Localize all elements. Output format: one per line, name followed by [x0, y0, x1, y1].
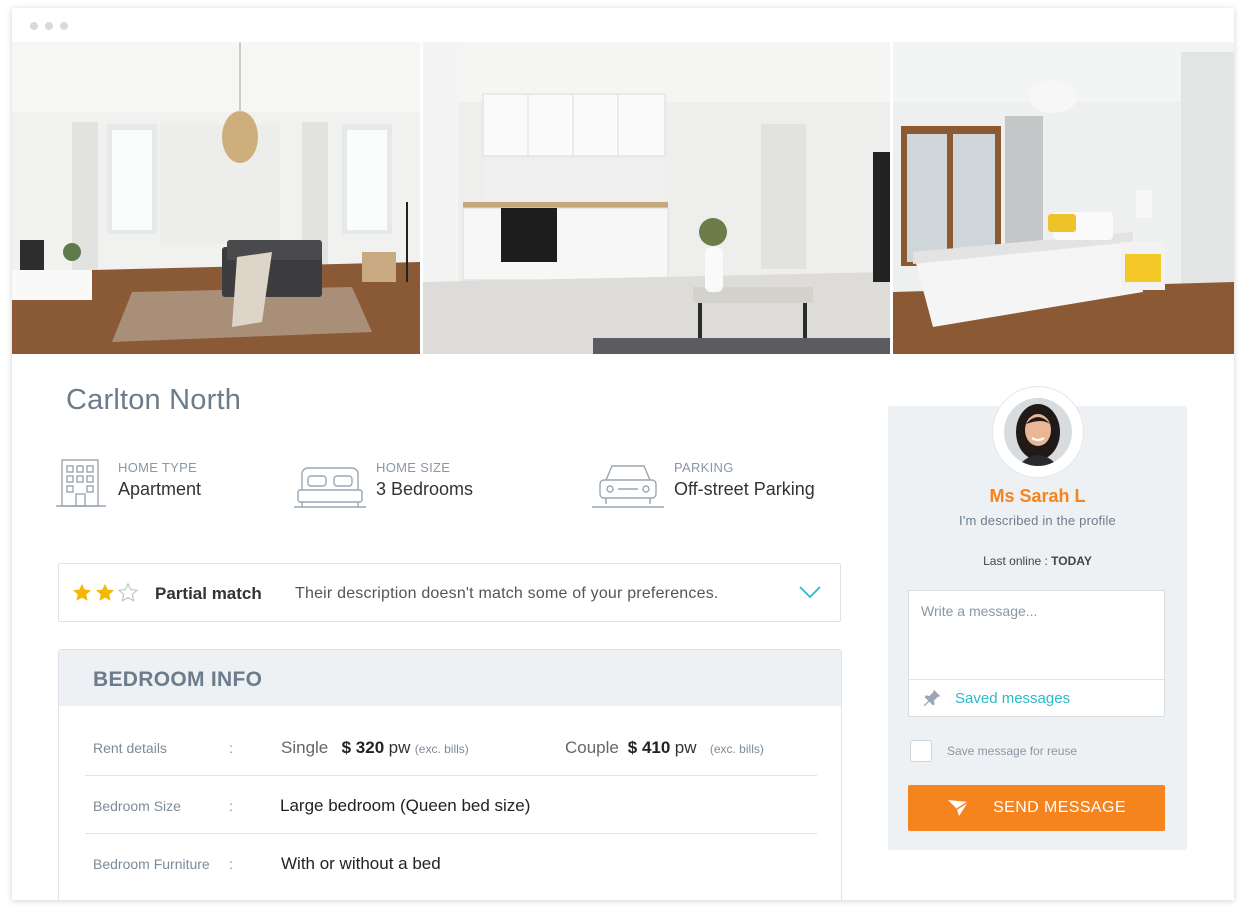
- feature-label: HOME TYPE: [118, 460, 198, 475]
- row-label: Bedroom Size: [93, 798, 181, 814]
- rent-price: $ 410: [627, 738, 671, 757]
- feature-value: Apartment: [118, 479, 202, 499]
- feature-value: Off-street Parking: [674, 479, 815, 499]
- message-input[interactable]: [909, 591, 1164, 679]
- match-panel[interactable]: Partial match Their description doesn't …: [58, 563, 841, 622]
- match-description: Their description doesn't match some of …: [295, 585, 719, 602]
- profile-photo: [1004, 398, 1072, 466]
- star-filled-icon: [73, 583, 91, 601]
- row-label: Bedroom Furniture: [93, 856, 210, 872]
- last-online-value: TODAY: [1051, 554, 1092, 568]
- bed-icon: [294, 467, 366, 508]
- feature-parking: PARKING Off-street Parking: [592, 456, 815, 510]
- feature-home-type: HOME TYPE Apartment: [54, 456, 201, 510]
- listing-title: Carlton North: [66, 384, 242, 416]
- avatar[interactable]: [992, 386, 1084, 478]
- message-box: Saved messages: [908, 590, 1165, 717]
- row-value: With or without a bed: [281, 854, 441, 873]
- rent-price: $ 320: [341, 738, 385, 757]
- pin-icon: [923, 689, 941, 707]
- bedroom-furniture-row: Bedroom Furniture : With or without a be…: [85, 834, 817, 892]
- photo-gallery: [12, 42, 1234, 354]
- row-colon: :: [229, 740, 233, 756]
- listing-window: Carlton North HOME TYPE Apartment HOME S…: [12, 8, 1234, 900]
- chevron-down-icon[interactable]: [798, 582, 822, 602]
- window-dot: [60, 22, 68, 30]
- feature-label: HOME SIZE: [376, 460, 451, 475]
- window-dot: [30, 22, 38, 30]
- rent-details-row: Rent details : Single $ 320 pw (exc. bil…: [85, 718, 817, 776]
- building-icon: [56, 459, 106, 507]
- match-rating: [71, 582, 139, 604]
- send-icon: [948, 800, 969, 816]
- row-value: Large bedroom (Queen bed size): [280, 796, 531, 815]
- window-controls: [30, 22, 68, 30]
- bedroom-size-row: Bedroom Size : Large bedroom (Queen bed …: [85, 776, 817, 834]
- match-label: Partial match: [155, 584, 262, 603]
- rent-type: Couple: [565, 738, 619, 757]
- send-message-button[interactable]: SEND MESSAGE: [908, 785, 1165, 831]
- saved-messages-link[interactable]: Saved messages: [909, 679, 1164, 716]
- feature-value: 3 Bedrooms: [376, 479, 474, 499]
- send-message-label: SEND MESSAGE: [993, 799, 1126, 816]
- rent-single: Single $ 320 pw (exc. bills): [281, 738, 469, 758]
- living-room-photo[interactable]: [12, 42, 420, 354]
- rent-type: Single: [281, 738, 329, 757]
- row-colon: :: [229, 856, 233, 872]
- feature-home-size: HOME SIZE 3 Bedrooms: [294, 456, 473, 510]
- bedroom-info-panel: BEDROOM INFO Rent details : Single $ 320…: [58, 649, 842, 900]
- star-empty-icon: [117, 582, 139, 602]
- rent-unit: pw: [674, 738, 697, 757]
- contact-name: Ms Sarah L: [989, 486, 1086, 506]
- kitchen-photo[interactable]: [423, 42, 890, 354]
- last-online: Last online : TODAY: [888, 554, 1187, 568]
- contact-subtitle: I'm described in the profile: [959, 513, 1116, 528]
- saved-messages-label: Saved messages: [955, 690, 1071, 707]
- rent-couple: Couple $ 410 pw (exc. bills): [565, 738, 764, 758]
- bedroom-info-heading: BEDROOM INFO: [59, 650, 841, 706]
- row-colon: :: [229, 798, 233, 814]
- rent-note: (exc. bills): [414, 742, 469, 756]
- bedroom-photo[interactable]: [893, 42, 1234, 354]
- contact-card: Ms Sarah L I'm described in the profile …: [888, 386, 1187, 850]
- star-filled-icon: [96, 583, 114, 601]
- save-reuse-label: Save message for reuse: [947, 744, 1078, 758]
- window-dot: [45, 22, 53, 30]
- save-reuse-option[interactable]: Save message for reuse: [910, 740, 1077, 762]
- rent-note: (exc. bills): [709, 742, 764, 756]
- feature-label: PARKING: [674, 460, 734, 475]
- last-online-label: Last online :: [983, 554, 1052, 568]
- car-icon: [592, 465, 664, 508]
- save-reuse-checkbox[interactable]: [910, 740, 932, 762]
- row-label: Rent details: [93, 740, 167, 756]
- rent-unit: pw: [388, 738, 411, 757]
